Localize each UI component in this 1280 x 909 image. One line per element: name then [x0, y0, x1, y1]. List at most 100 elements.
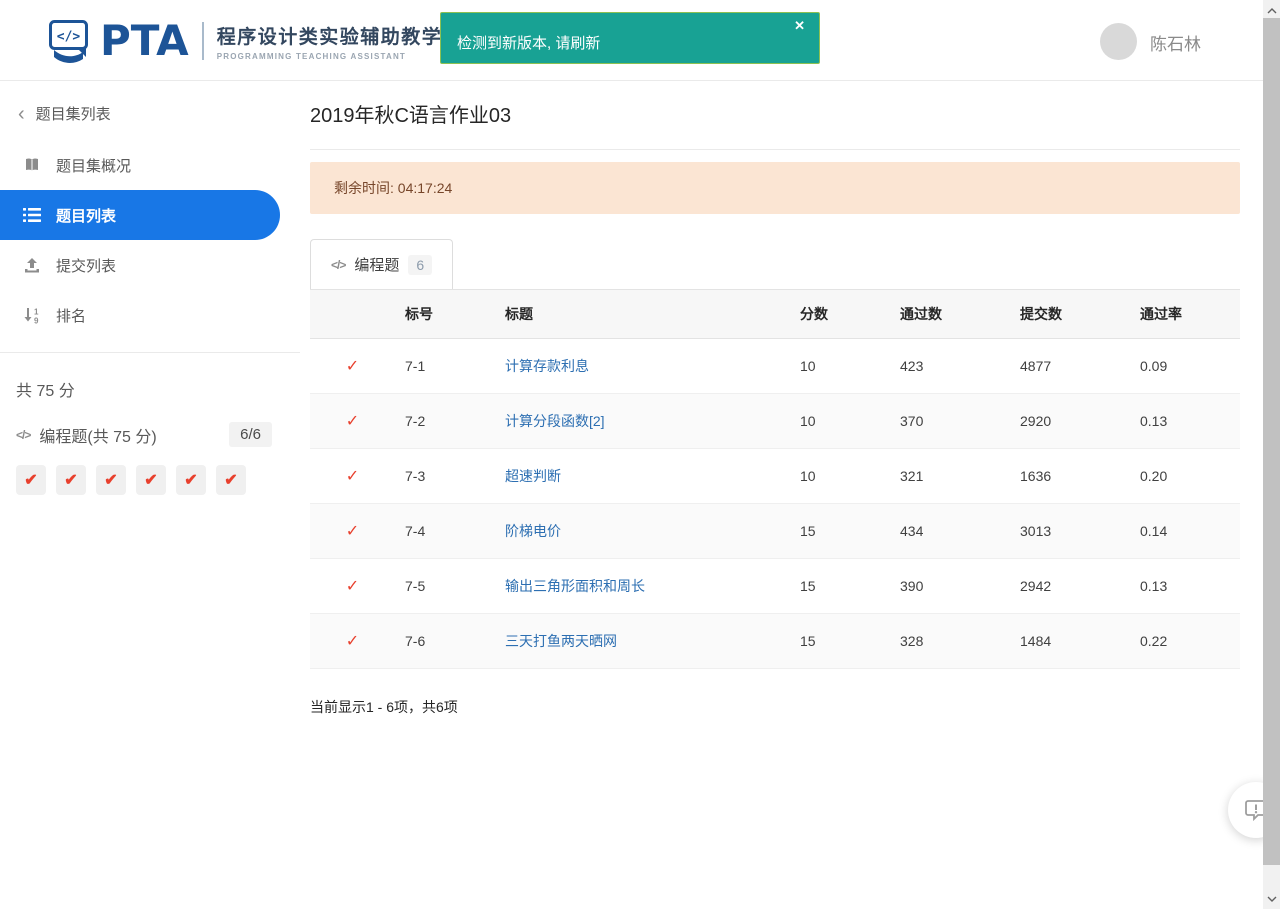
user-name[interactable]: 陈石林 — [1150, 30, 1201, 55]
sidebar-item-label: 题目列表 — [56, 207, 117, 225]
code-icon: </> — [16, 427, 31, 442]
problem-pass-count: 390 — [900, 578, 924, 594]
tab-bar: </> 编程题 6 — [310, 239, 1240, 289]
column-header: 通过率 — [1140, 306, 1182, 322]
problem-score: 10 — [800, 358, 816, 374]
problem-link[interactable]: 计算存款利息 — [505, 358, 589, 374]
problems-table: 标号 标题 分数 通过数 提交数 通过率 ✓ 7-1 计算存款利息 10 423 4877 0.09 ✓… — [310, 289, 1240, 669]
user-avatar[interactable] — [1100, 23, 1137, 60]
chevron-up-icon — [1267, 7, 1276, 13]
table-row: ✓ 7-2 计算分段函数[2] 10 370 2920 0.13 — [310, 394, 1240, 449]
scrollbar-thumb[interactable] — [1263, 18, 1280, 865]
solved-check-icon: ✓ — [345, 413, 360, 430]
problem-pass-count: 328 — [900, 633, 924, 649]
problem-id: 7-1 — [405, 358, 426, 374]
table-row: ✓ 7-6 三天打鱼两天晒网 15 328 1484 0.22 — [310, 614, 1240, 669]
back-link-label: 题目集列表 — [35, 106, 111, 123]
table-header-row: 标号 标题 分数 通过数 提交数 通过率 — [310, 289, 1240, 339]
tab-label: 编程题 — [354, 257, 400, 274]
solved-check-chip: ✔ — [96, 465, 126, 495]
problem-pass-count: 370 — [900, 413, 924, 429]
sort-numeric-icon: 1 9 — [22, 307, 42, 324]
upload-icon — [22, 257, 42, 274]
column-header: 标号 — [405, 306, 433, 322]
sidebar-item-problem-list[interactable]: 题目列表 — [0, 190, 280, 240]
time-remaining-alert: 剩余时间: 04:17:24 — [310, 162, 1240, 214]
problem-id: 7-2 — [405, 413, 426, 429]
problem-pass-rate: 0.09 — [1140, 358, 1168, 374]
main-content: 2019年秋C语言作业03 剩余时间: 04:17:24 </> 编程题 6 标… — [310, 81, 1240, 717]
chevron-left-icon: ‹ — [18, 102, 25, 125]
problem-link[interactable]: 计算分段函数[2] — [505, 413, 605, 429]
svg-text:1: 1 — [34, 307, 39, 316]
problem-pass-rate: 0.13 — [1140, 413, 1168, 429]
logo-separator — [201, 22, 204, 60]
solved-check-chip: ✔ — [216, 465, 246, 495]
problem-pass-rate: 0.22 — [1140, 633, 1168, 649]
sidebar-item-overview[interactable]: 题目集概况 — [0, 140, 300, 190]
sidebar: ‹ 题目集列表 题目集概况 题目列表 提交列表 1 9 排名 共 75 分 </… — [0, 81, 300, 909]
problem-score: 15 — [800, 523, 816, 539]
tab-count-badge: 6 — [408, 254, 433, 275]
problem-score: 15 — [800, 578, 816, 594]
solved-check-chip: ✔ — [176, 465, 206, 495]
solved-check-chip: ✔ — [56, 465, 86, 495]
column-header: 通过数 — [900, 306, 942, 322]
logo-wordmark: PTA — [100, 16, 189, 65]
problem-id: 7-3 — [405, 468, 426, 484]
table-row: ✓ 7-1 计算存款利息 10 423 4877 0.09 — [310, 339, 1240, 394]
solved-check-icon: ✓ — [345, 633, 360, 650]
table-body: ✓ 7-1 计算存款利息 10 423 4877 0.09 ✓ 7-2 计算分段函数[2] 10 37… — [310, 339, 1240, 669]
problem-score: 10 — [800, 413, 816, 429]
problem-id: 7-5 — [405, 578, 426, 594]
update-notification: 检测到新版本, 请刷新 ✕ — [440, 12, 820, 64]
problem-submit-count: 2942 — [1020, 578, 1052, 594]
title-divider — [310, 149, 1240, 150]
problem-pass-count: 321 — [900, 468, 924, 484]
column-header: 分数 — [800, 306, 828, 322]
problem-submit-count: 3013 — [1020, 523, 1052, 539]
sidebar-item-ranking[interactable]: 1 9 排名 — [0, 290, 300, 340]
pagination-summary: 当前显示1 - 6项，共6项 — [310, 699, 458, 715]
score-summary: 共 75 分 </> 编程题(共 75 分) 6/6 ✔ ✔ ✔ ✔ ✔ ✔ — [0, 353, 300, 495]
solved-check-icon: ✓ — [345, 358, 360, 375]
solved-check-chip: ✔ — [136, 465, 166, 495]
total-score-label: 共 75 分 — [16, 383, 75, 400]
page-title: 2019年秋C语言作业03 — [310, 105, 512, 127]
list-icon — [22, 208, 42, 222]
problem-link[interactable]: 超速判断 — [505, 468, 561, 484]
problem-pass-count: 434 — [900, 523, 924, 539]
problem-link[interactable]: 阶梯电价 — [505, 523, 561, 539]
problem-pass-rate: 0.14 — [1140, 523, 1168, 539]
problem-submit-count: 4877 — [1020, 358, 1052, 374]
problem-link[interactable]: 输出三角形面积和周长 — [505, 578, 645, 594]
solved-check-chip: ✔ — [16, 465, 46, 495]
chevron-down-icon — [1267, 896, 1276, 902]
sidebar-item-label: 题目集概况 — [56, 157, 132, 175]
sidebar-item-label: 提交列表 — [56, 257, 117, 275]
sidebar-item-submissions[interactable]: 提交列表 — [0, 240, 300, 290]
solved-check-icon: ✓ — [345, 468, 360, 485]
problem-id: 7-6 — [405, 633, 426, 649]
close-icon[interactable]: ✕ — [794, 19, 805, 32]
pta-logo[interactable]: </> PTA 程序设计类实验辅助教学平台 PROGRAMMING TEACHI… — [48, 16, 483, 66]
progress-badge: 6/6 — [229, 422, 272, 447]
problem-submit-count: 1636 — [1020, 468, 1052, 484]
problem-score: 15 — [800, 633, 816, 649]
column-header: 提交数 — [1020, 306, 1062, 322]
problem-pass-count: 423 — [900, 358, 924, 374]
problem-pass-rate: 0.20 — [1140, 468, 1168, 484]
problem-link[interactable]: 三天打鱼两天晒网 — [505, 633, 617, 649]
back-to-problem-sets-link[interactable]: ‹ 题目集列表 — [0, 81, 300, 140]
tab-programming-problems[interactable]: </> 编程题 6 — [310, 239, 454, 289]
scroll-up-button[interactable] — [1263, 2, 1280, 19]
problem-pass-rate: 0.13 — [1140, 578, 1168, 594]
scroll-down-button[interactable] — [1263, 890, 1280, 907]
notification-text: 检测到新版本, 请刷新 — [457, 35, 601, 52]
problem-id: 7-4 — [405, 523, 426, 539]
table-row: ✓ 7-3 超速判断 10 321 1636 0.20 — [310, 449, 1240, 504]
problem-submit-count: 2920 — [1020, 413, 1052, 429]
book-icon — [22, 157, 42, 173]
problem-score: 10 — [800, 468, 816, 484]
solved-check-icon: ✓ — [345, 523, 360, 540]
